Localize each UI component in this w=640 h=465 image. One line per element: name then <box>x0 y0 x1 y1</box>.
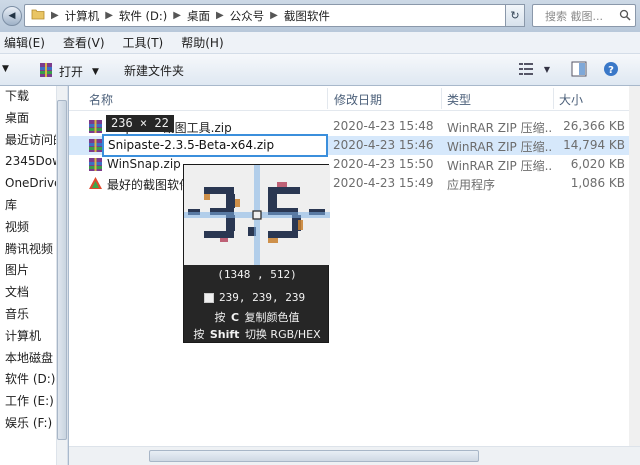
chevron-down-icon[interactable]: ▼ <box>538 60 556 78</box>
horizontal-scrollbar[interactable] <box>69 446 640 465</box>
file-size: 14,794 KB <box>563 138 625 152</box>
preview-pane-icon[interactable] <box>570 60 588 78</box>
color-readout: 239, 239, 239 <box>204 291 305 304</box>
file-row[interactable]: WinSnap.zip 2020-4-23 15:50 WinRAR ZIP 压… <box>69 155 640 174</box>
cursor-coordinates: (1348 , 512) <box>217 268 297 281</box>
breadcrumb-gzh[interactable]: 公众号 ▶ <box>230 8 278 24</box>
nav-scrollbar-thumb[interactable] <box>57 100 67 440</box>
file-date: 2020-4-23 15:49 <box>333 176 434 190</box>
search-icon <box>619 9 631 21</box>
column-divider[interactable] <box>441 88 442 109</box>
menu-edit[interactable]: 编辑(E) <box>0 34 54 51</box>
organize-dropdown-icon[interactable]: ▼ <box>2 64 9 74</box>
file-row[interactable]: 最好的截图软件.exe 2020-4-23 15:49 应用程序 1,086 K… <box>69 174 640 193</box>
column-divider[interactable] <box>553 88 554 109</box>
file-size: 6,020 KB <box>570 157 625 171</box>
horizontal-scrollbar-thumb[interactable] <box>149 450 479 462</box>
column-date[interactable]: 修改日期 <box>334 91 382 108</box>
new-folder-button[interactable]: 新建文件夹 <box>124 62 184 79</box>
breadcrumb-drive-d[interactable]: 软件 (D:) ▶ <box>119 8 181 24</box>
help-icon[interactable]: ? <box>602 60 620 78</box>
address-bar-area: ◀ ▶ 计算机 ▶ 软件 (D:) ▶ 桌面 ▶ 公众号 ▶ 截图软件 ↻ 搜索 截图.… <box>0 0 640 32</box>
file-date: 2020-4-23 15:48 <box>333 119 434 133</box>
column-size[interactable]: 大小 <box>559 91 583 108</box>
folder-icon <box>31 8 45 23</box>
capture-size-badge: 236 × 22 <box>106 115 174 132</box>
refresh-icon[interactable]: ↻ <box>505 4 525 27</box>
magnifier-panel: (1348 , 512) 239, 239, 239 按 C 复制颜色值 按 S… <box>183 164 330 343</box>
menu-bar: 编辑(E) 查看(V) 工具(T) 帮助(H) <box>0 32 640 54</box>
breadcrumb-current[interactable]: 截图软件 <box>284 8 330 24</box>
navigation-pane: 下载 桌面 最近访问的 2345Dow OneDrive 库 视频 腾讯视频 图… <box>0 86 68 465</box>
switch-format-hint: 按 Shift 切换 RGB/HEX <box>193 328 321 341</box>
file-type: WinRAR ZIP 压缩... <box>447 140 553 154</box>
color-swatch <box>204 292 214 303</box>
chevron-down-icon: ▼ <box>92 66 99 77</box>
breadcrumb-sep: ▶ <box>51 10 59 21</box>
open-label: 打开 <box>59 65 84 79</box>
copy-color-hint: 按 C 复制颜色值 <box>214 311 300 324</box>
magnifier-view <box>184 165 330 265</box>
column-headers: 名称 修改日期 类型 大小 <box>69 86 640 111</box>
search-input[interactable]: 搜索 截图... <box>532 4 636 27</box>
app-exe-icon <box>88 176 103 191</box>
file-date: 2020-4-23 15:50 <box>333 157 434 171</box>
view-options-icon[interactable] <box>518 60 536 78</box>
menu-tools[interactable]: 工具(T) <box>114 34 173 51</box>
breadcrumb-desktop[interactable]: 桌面 ▶ <box>187 8 224 24</box>
file-size: 26,366 KB <box>563 119 625 133</box>
back-forward-icon[interactable]: ◀ <box>2 6 22 26</box>
column-divider[interactable] <box>327 88 328 109</box>
menu-help[interactable]: 帮助(H) <box>172 34 232 51</box>
breadcrumb-computer[interactable]: 计算机 ▶ <box>65 8 113 24</box>
winrar-zip-icon <box>88 119 103 134</box>
menu-view[interactable]: 查看(V) <box>54 34 114 51</box>
color-rgb-value: 239, 239, 239 <box>219 291 306 304</box>
file-size: 1,086 KB <box>570 176 625 190</box>
column-name[interactable]: 名称 <box>89 91 113 108</box>
winrar-zip-icon <box>88 157 103 172</box>
file-list-scrollbar[interactable] <box>629 86 640 465</box>
toolbar: ▼ 打开 ▼ 新建文件夹 ▼ ? <box>0 54 640 86</box>
file-type: WinRAR ZIP 压缩... <box>447 121 553 135</box>
file-type: 应用程序 <box>447 178 496 192</box>
file-type: WinRAR ZIP 压缩... <box>447 159 553 173</box>
address-bar[interactable]: ▶ 计算机 ▶ 软件 (D:) ▶ 桌面 ▶ 公众号 ▶ 截图软件 <box>24 4 524 27</box>
file-date: 2020-4-23 15:46 <box>333 138 434 152</box>
svg-text:?: ? <box>608 65 614 76</box>
winrar-zip-icon <box>88 138 103 153</box>
winrar-icon <box>38 62 54 81</box>
column-type[interactable]: 类型 <box>447 91 471 108</box>
rename-input[interactable]: Snipaste-2.3.5-Beta-x64.zip <box>102 134 328 157</box>
open-button[interactable]: 打开 ▼ <box>38 62 99 81</box>
